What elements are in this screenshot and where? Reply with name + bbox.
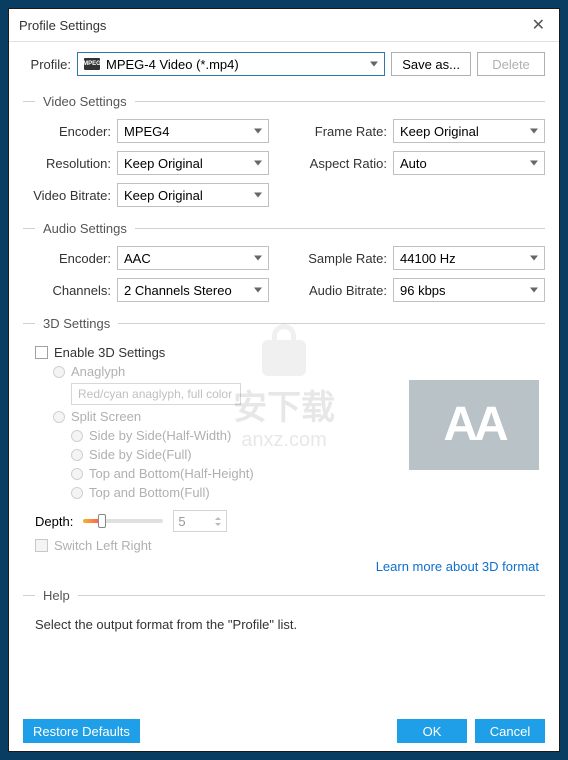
restore-defaults-button[interactable]: Restore Defaults xyxy=(23,719,140,743)
close-button[interactable]: ✕ xyxy=(528,15,549,35)
depth-spinner: 5 xyxy=(173,510,227,532)
profile-label: Profile: xyxy=(23,57,71,72)
chevron-down-icon xyxy=(254,161,262,166)
help-title: Help xyxy=(35,588,78,603)
chevron-down-icon xyxy=(254,256,262,261)
help-text: Select the output format from the "Profi… xyxy=(23,613,545,632)
cancel-button[interactable]: Cancel xyxy=(475,719,545,743)
audio-encoder-select[interactable]: AAC xyxy=(117,246,269,270)
footer: Restore Defaults OK Cancel xyxy=(9,710,559,751)
save-as-button[interactable]: Save as... xyxy=(391,52,471,76)
switch-lr-checkbox: Switch Left Right xyxy=(35,538,545,553)
aspect-ratio-select[interactable]: Auto xyxy=(393,151,545,175)
chevron-down-icon xyxy=(530,256,538,261)
dialog-title: Profile Settings xyxy=(19,18,528,33)
video-bitrate-select[interactable]: Keep Original xyxy=(117,183,269,207)
profile-value: MPEG-4 Video (*.mp4) xyxy=(106,57,239,72)
sample-rate-label: Sample Rate: xyxy=(299,251,387,266)
resolution-select[interactable]: Keep Original xyxy=(117,151,269,175)
chevron-down-icon xyxy=(254,193,262,198)
anaglyph-radio: Anaglyph xyxy=(53,364,409,379)
video-title: Video Settings xyxy=(35,94,135,109)
anaglyph-mode-select: Red/cyan anaglyph, full color xyxy=(71,383,241,405)
video-encoder-select[interactable]: MPEG4 xyxy=(117,119,269,143)
split-screen-radio: Split Screen xyxy=(53,409,409,424)
chevron-down-icon xyxy=(530,288,538,293)
frame-rate-label: Frame Rate: xyxy=(299,124,387,139)
sbs-full-radio: Side by Side(Full) xyxy=(71,447,409,462)
frame-rate-select[interactable]: Keep Original xyxy=(393,119,545,143)
tb-full-radio: Top and Bottom(Full) xyxy=(71,485,409,500)
sample-rate-select[interactable]: 44100 Hz xyxy=(393,246,545,270)
3d-title: 3D Settings xyxy=(35,316,118,331)
video-encoder-label: Encoder: xyxy=(23,124,111,139)
audio-section: Audio Settings Encoder: AAC Sample Rate: 4… xyxy=(23,221,545,302)
channels-label: Channels: xyxy=(23,283,111,298)
content: Video Settings Encoder: MPEG4 Frame Rate:… xyxy=(9,86,559,710)
audio-bitrate-select[interactable]: 96 kbps xyxy=(393,278,545,302)
3d-preview: AA xyxy=(409,380,539,470)
depth-label: Depth: xyxy=(35,514,73,529)
aspect-ratio-label: Aspect Ratio: xyxy=(299,156,387,171)
resolution-label: Resolution: xyxy=(23,156,111,171)
chevron-down-icon xyxy=(254,288,262,293)
audio-encoder-label: Encoder: xyxy=(23,251,111,266)
chevron-down-icon xyxy=(370,62,378,67)
depth-slider[interactable] xyxy=(83,519,163,523)
profile-select[interactable]: MPEG MPEG-4 Video (*.mp4) xyxy=(77,52,385,76)
help-section: Help Select the output format from the "… xyxy=(23,588,545,632)
channels-select[interactable]: 2 Channels Stereo xyxy=(117,278,269,302)
video-bitrate-label: Video Bitrate: xyxy=(23,188,111,203)
profile-row: Profile: MPEG MPEG-4 Video (*.mp4) Save … xyxy=(9,42,559,86)
chevron-down-icon xyxy=(530,161,538,166)
video-section: Video Settings Encoder: MPEG4 Frame Rate:… xyxy=(23,94,545,207)
profile-settings-dialog: Profile Settings ✕ Profile: MPEG MPEG-4 … xyxy=(8,8,560,752)
titlebar: Profile Settings ✕ xyxy=(9,9,559,42)
learn-more-link[interactable]: Learn more about 3D format xyxy=(23,559,539,574)
audio-bitrate-label: Audio Bitrate: xyxy=(299,283,387,298)
sbs-half-radio: Side by Side(Half-Width) xyxy=(71,428,409,443)
chevron-down-icon xyxy=(254,129,262,134)
chevron-down-icon xyxy=(530,129,538,134)
mpeg-icon: MPEG xyxy=(84,58,100,70)
delete-button: Delete xyxy=(477,52,545,76)
enable-3d-checkbox[interactable]: Enable 3D Settings xyxy=(35,345,409,360)
audio-title: Audio Settings xyxy=(35,221,135,236)
ok-button[interactable]: OK xyxy=(397,719,467,743)
3d-section: 3D Settings Enable 3D Settings Anaglyph … xyxy=(23,316,545,574)
tb-half-radio: Top and Bottom(Half-Height) xyxy=(71,466,409,481)
